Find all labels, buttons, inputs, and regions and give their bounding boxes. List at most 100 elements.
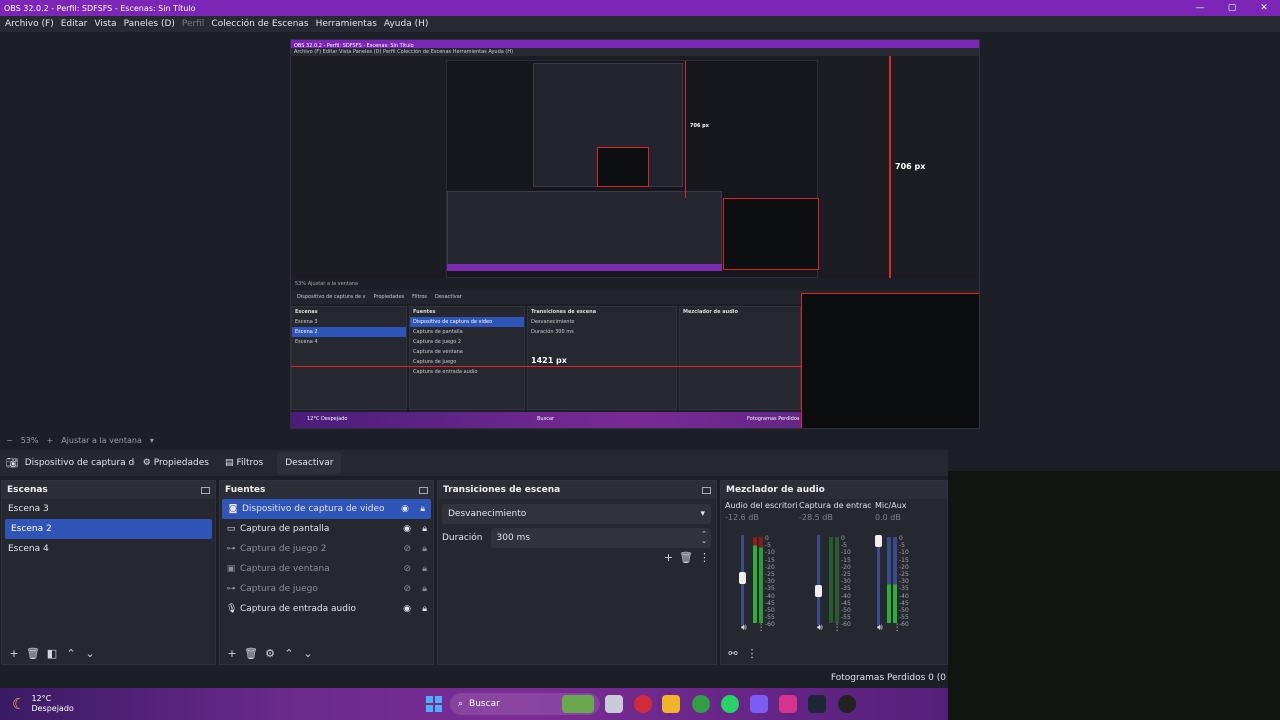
menu-editar[interactable]: Editar xyxy=(58,19,91,29)
start-button[interactable] xyxy=(426,696,442,712)
more-options-icon[interactable]: ⋮ xyxy=(893,623,902,633)
menu-paneles[interactable]: Paneles (D) xyxy=(121,19,178,29)
file-explorer-icon[interactable] xyxy=(662,695,680,713)
remove-scene-button[interactable]: 🗑︎ xyxy=(25,645,41,661)
more-options-icon[interactable]: ⋮ xyxy=(744,645,760,661)
status-bar: Fotogramas Perdidos 0 (0 xyxy=(0,668,948,688)
meter-scale: 0 -5 -10 -15 -20 -25 -30 -35 -40 -45 -50 -55 -60 xyxy=(841,535,851,629)
chevron-down-icon[interactable]: ▾ xyxy=(150,436,154,445)
whatsapp-icon[interactable] xyxy=(721,695,739,713)
deactivate-button[interactable]: Desactivar xyxy=(277,452,342,474)
channel-name: Mic/Aux xyxy=(875,501,907,510)
menu-ayuda[interactable]: Ayuda (H) xyxy=(381,19,431,29)
more-options-icon[interactable]: ⋮ xyxy=(757,623,766,633)
source-item[interactable]: 🎙︎ Captura de entrada audio ◉ 🔒︎ xyxy=(220,599,433,619)
eye-icon[interactable]: ◉ xyxy=(401,504,409,514)
zoom-out-button[interactable]: − xyxy=(6,436,13,445)
nested-title-bar: OBS 32.0.2 - Perfil: SDFSFS - Escenas: S… xyxy=(291,40,979,49)
source-settings-button[interactable]: ⚙ xyxy=(262,645,278,661)
lock-icon[interactable]: 🔒︎ xyxy=(420,504,425,514)
close-button[interactable]: ✕ xyxy=(1248,0,1280,16)
steam-icon[interactable] xyxy=(808,695,826,713)
nested-source-row: Captura de juego 2 xyxy=(413,339,462,345)
preview-canvas[interactable]: OBS 32.0.2 - Perfil: SDFSFS - Escenas: S… xyxy=(290,39,980,429)
weather-widget[interactable]: ☾ 12°C Despejado xyxy=(12,694,74,714)
instagram-icon[interactable] xyxy=(779,695,797,713)
frames-dropped: Fotogramas Perdidos 0 (0 xyxy=(830,673,946,683)
more-options-icon[interactable]: ⋮ xyxy=(833,623,842,633)
fit-to-window[interactable]: Ajustar a la ventana xyxy=(61,436,142,445)
remove-transition-button[interactable]: 🗑︎ xyxy=(679,551,693,564)
more-options-icon[interactable]: ⋮ xyxy=(699,551,710,564)
webcam-source-bounding-box[interactable] xyxy=(801,293,979,428)
eye-icon[interactable]: ◉ xyxy=(403,604,411,614)
eye-hidden-icon[interactable]: ⊘ xyxy=(403,584,411,594)
scale-tick: -50 xyxy=(765,607,775,615)
obs-icon[interactable] xyxy=(838,695,856,713)
add-source-button[interactable]: + xyxy=(224,645,240,661)
volume-slider[interactable] xyxy=(817,535,820,625)
lock-icon[interactable]: 🔒︎ xyxy=(422,544,427,554)
add-scene-button[interactable]: + xyxy=(6,645,22,661)
deactivate-label: Desactivar xyxy=(285,458,334,468)
scene-filters-button[interactable]: ◧ xyxy=(44,645,60,661)
weather-condition: Despejado xyxy=(31,704,74,713)
lock-icon[interactable]: 🔒︎ xyxy=(422,564,427,574)
move-up-button[interactable]: ⌃ xyxy=(281,645,297,661)
scene-item[interactable]: Escena 3 xyxy=(2,499,215,519)
menu-archivo[interactable]: Archivo (F) xyxy=(2,19,57,29)
add-transition-button[interactable]: + xyxy=(664,551,673,564)
volume-slider[interactable] xyxy=(877,535,880,625)
source-item[interactable]: ⊶ Captura de juego 2 ⊘ 🔒︎ xyxy=(220,539,433,559)
scene-item[interactable]: Escena 4 xyxy=(2,539,215,559)
lock-icon[interactable]: 🔒︎ xyxy=(422,524,427,534)
minimize-button[interactable]: — xyxy=(1184,0,1216,16)
preview-area[interactable]: OBS 32.0.2 - Perfil: SDFSFS - Escenas: S… xyxy=(0,32,1280,432)
dock-float-icon[interactable] xyxy=(419,486,428,494)
move-up-button[interactable]: ⌃ xyxy=(63,645,79,661)
nested-inner-canvas: 706 px xyxy=(446,60,819,278)
zoom-in-button[interactable]: + xyxy=(46,436,53,445)
volume-slider-knob[interactable] xyxy=(739,572,746,585)
eye-hidden-icon[interactable]: ⊘ xyxy=(403,544,411,554)
move-down-button[interactable]: ⌄ xyxy=(82,645,98,661)
speaker-icon[interactable]: 🔊︎ xyxy=(741,623,747,633)
transition-select[interactable]: Desvanecimiento ▾ xyxy=(442,504,711,524)
scene-item-selected[interactable]: Escena 2 xyxy=(5,519,212,539)
lock-icon[interactable]: 🔒︎ xyxy=(422,604,427,614)
source-item[interactable]: ⊶ Captura de juego ⊘ 🔒︎ xyxy=(220,579,433,599)
app-icon[interactable] xyxy=(634,695,652,713)
channel-db: 0.0 dB xyxy=(875,513,901,522)
nested-source-row: Captura de entrada audio xyxy=(413,369,478,375)
menu-vista[interactable]: Vista xyxy=(91,19,119,29)
duration-spinbox[interactable]: 300 ms ⌃ ⌄ xyxy=(490,528,711,548)
search-icon: ⌕ xyxy=(458,699,464,709)
task-view-icon[interactable] xyxy=(605,695,623,713)
source-item-selected[interactable]: ◙ Dispositivo de captura de video ◉ 🔒︎ xyxy=(222,499,431,519)
filters-button[interactable]: ▤ Filtros xyxy=(217,452,271,474)
maximize-button[interactable]: ▢ xyxy=(1216,0,1248,16)
copilot-icon[interactable] xyxy=(750,695,768,713)
speaker-icon[interactable]: 🔊︎ xyxy=(817,623,823,633)
source-item[interactable]: ▣ Captura de ventana ⊘ 🔒︎ xyxy=(220,559,433,579)
scenes-footer: + 🗑︎ ◧ ⌃ ⌄ xyxy=(2,642,215,664)
volume-slider-knob[interactable] xyxy=(815,584,822,597)
menu-herramientas[interactable]: Herramientas xyxy=(313,19,380,29)
transitions-title: Transiciones de escena xyxy=(443,485,561,495)
menu-coleccion-escenas[interactable]: Colección de Escenas xyxy=(208,19,311,29)
lock-icon[interactable]: 🔒︎ xyxy=(422,584,427,594)
move-down-button[interactable]: ⌄ xyxy=(300,645,316,661)
source-item[interactable]: ▭ Captura de pantalla ◉ 🔒︎ xyxy=(220,519,433,539)
spin-arrows-icon[interactable]: ⌃ ⌄ xyxy=(701,531,707,545)
remove-source-button[interactable]: 🗑︎ xyxy=(243,645,259,661)
properties-button[interactable]: ⚙ Propiedades xyxy=(135,452,217,474)
dock-float-icon[interactable] xyxy=(201,486,210,494)
eye-icon[interactable]: ◉ xyxy=(403,524,411,534)
dock-float-icon[interactable] xyxy=(702,486,711,494)
widgets-icon[interactable] xyxy=(562,695,594,713)
eye-hidden-icon[interactable]: ⊘ xyxy=(403,564,411,574)
volume-slider-knob[interactable] xyxy=(875,535,882,547)
chrome-icon[interactable] xyxy=(692,695,710,713)
advanced-audio-icon[interactable]: ⚯ xyxy=(725,645,741,661)
speaker-icon[interactable]: 🔊︎ xyxy=(877,623,883,633)
